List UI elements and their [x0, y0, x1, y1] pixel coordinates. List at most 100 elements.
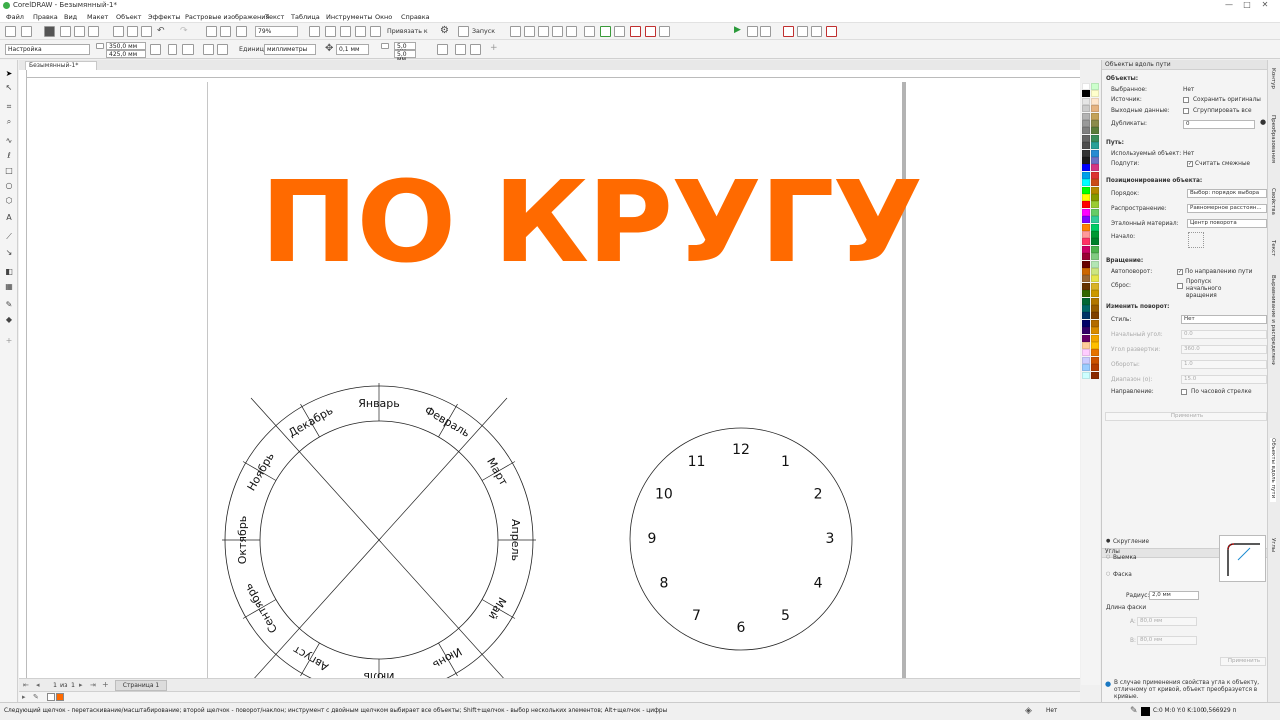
tool-f-icon[interactable] — [584, 26, 595, 37]
palette-swatch[interactable] — [1082, 231, 1090, 238]
radius-input[interactable]: 2,0 мм — [1149, 591, 1199, 600]
palette-swatch[interactable] — [1091, 268, 1099, 275]
nudge-input[interactable]: 0,1 мм — [336, 44, 369, 55]
palette-swatch[interactable] — [1091, 334, 1099, 342]
duplicate-y-input[interactable]: 5,0 мм — [394, 50, 416, 63]
redo-icon[interactable]: ↷ — [180, 26, 188, 36]
palette-swatch[interactable] — [1091, 223, 1099, 231]
palette-swatch[interactable] — [1082, 356, 1090, 364]
palette-swatch[interactable] — [1091, 238, 1099, 246]
edit-shape-icon[interactable] — [455, 44, 466, 55]
palette-swatch[interactable] — [1082, 305, 1090, 312]
corners-apply-button[interactable]: Применить — [1220, 657, 1266, 666]
palette-swatch[interactable] — [1091, 364, 1099, 372]
close-button[interactable]: ✕ — [1258, 0, 1272, 11]
palette-swatch[interactable] — [1091, 319, 1099, 327]
vertical-ruler[interactable] — [19, 70, 27, 678]
menu-tools[interactable]: Инструменты — [326, 13, 373, 21]
last-page-icon[interactable]: ⇥ — [90, 681, 96, 689]
full-screen-icon[interactable] — [309, 26, 320, 37]
show-guides-icon[interactable] — [355, 26, 366, 37]
palette-swatch[interactable] — [1091, 127, 1099, 135]
palette-swatch[interactable] — [1082, 364, 1090, 372]
style-select[interactable]: Нет — [1181, 315, 1267, 324]
add-tool-icon[interactable]: + — [4, 336, 14, 346]
reset-checkbox[interactable] — [1177, 283, 1183, 289]
reference-select[interactable]: Центр поворота — [1187, 219, 1267, 228]
drawing-canvas[interactable]: ПО КРУГУ Январь Февраль Март Апрель Май Июнь И… — [27, 78, 1080, 678]
palette-swatch[interactable] — [1082, 127, 1090, 135]
eyedropper-tool-icon[interactable]: ✎ — [4, 300, 14, 310]
import-icon[interactable] — [206, 26, 217, 37]
launch-dropdown[interactable]: Запуск — [472, 28, 495, 35]
outline-color-swatch[interactable] — [1141, 707, 1150, 716]
page-size-lock-icon[interactable] — [150, 44, 161, 55]
tool-b-icon[interactable] — [524, 26, 535, 37]
launch-icon[interactable] — [458, 26, 469, 37]
palette-swatch[interactable] — [1082, 268, 1090, 275]
side-tab-outline[interactable]: Контур — [1270, 68, 1276, 89]
palette-swatch[interactable] — [1082, 371, 1090, 379]
units-select[interactable]: миллиметры — [264, 44, 316, 55]
print-icon[interactable] — [88, 26, 99, 37]
palette-swatch[interactable] — [1091, 342, 1099, 349]
palette-swatch[interactable] — [1091, 253, 1099, 261]
palette-swatch[interactable] — [1091, 83, 1099, 90]
turns-input[interactable]: 1.0 — [1181, 360, 1267, 369]
palette-swatch[interactable] — [1091, 231, 1099, 238]
all-pages-icon[interactable] — [203, 44, 214, 55]
palette-swatch[interactable] — [1091, 157, 1099, 164]
palette-swatch[interactable] — [1082, 223, 1090, 231]
tool-d-icon[interactable] — [552, 26, 563, 37]
month-ring[interactable]: Январь Февраль Март Апрель Май Июнь Июль Август… — [222, 383, 536, 678]
prev-page-icon[interactable]: ◂ — [36, 681, 40, 689]
palette-swatch[interactable] — [1091, 356, 1099, 364]
palette-swatch[interactable] — [1091, 90, 1099, 98]
side-tab-transform[interactable]: Преобразования — [1270, 115, 1276, 163]
ellipse-tool-icon[interactable]: ○ — [4, 181, 14, 191]
open-icon[interactable] — [21, 26, 32, 37]
increment-input[interactable]: 15.0 — [1181, 375, 1267, 384]
palette-swatch[interactable] — [1082, 349, 1090, 357]
palette-swatch[interactable] — [1082, 253, 1090, 261]
text-tool-icon[interactable]: A — [4, 213, 14, 223]
palette-swatch[interactable] — [1082, 179, 1090, 187]
tool-e-icon[interactable] — [566, 26, 577, 37]
palette-swatch[interactable] — [1091, 171, 1099, 179]
stop-icon[interactable] — [783, 26, 794, 37]
first-page-icon[interactable]: ⇤ — [23, 681, 29, 689]
side-tab-corners[interactable]: Углы — [1270, 538, 1276, 552]
palette-swatch[interactable] — [1091, 312, 1099, 320]
palette-swatch[interactable] — [1091, 120, 1099, 127]
palette-swatch[interactable] — [1082, 171, 1090, 179]
path-apply-button[interactable]: Применить — [1105, 412, 1267, 421]
duplicates-input[interactable]: 0 — [1183, 120, 1255, 129]
tool-j-icon[interactable] — [645, 26, 656, 37]
transparency-tool-icon[interactable]: ▦ — [4, 282, 14, 292]
menu-object[interactable]: Объект — [116, 13, 141, 21]
page-width-input[interactable]: 350,0 мм — [106, 42, 146, 50]
side-tab-properties[interactable]: Свойства — [1270, 188, 1276, 215]
horizontal-ruler[interactable] — [27, 70, 1080, 78]
portrait-icon[interactable] — [168, 44, 177, 55]
publish-pdf-icon[interactable] — [236, 26, 247, 37]
zoom-select[interactable]: 79% — [255, 26, 298, 37]
side-tab-align[interactable]: Выравнивание и распределение — [1270, 275, 1276, 365]
page-options-icon[interactable] — [437, 44, 448, 55]
start-angle-input[interactable]: 0.0 — [1181, 330, 1267, 339]
palette-swatch[interactable] — [1082, 201, 1090, 209]
palette-swatch[interactable] — [1091, 142, 1099, 150]
palette-swatch[interactable] — [1082, 216, 1090, 224]
rectangle-tool-icon[interactable]: □ — [4, 166, 14, 176]
show-rulers-icon[interactable] — [325, 26, 336, 37]
copy-icon[interactable] — [127, 26, 138, 37]
palette-swatch[interactable] — [1091, 327, 1099, 335]
preset-select[interactable]: Настройка — [5, 44, 90, 55]
group-all-checkbox[interactable] — [1183, 108, 1189, 114]
current-page-icon[interactable] — [217, 44, 228, 55]
tool-k-icon[interactable] — [659, 26, 670, 37]
zoom-tool-icon[interactable]: ⌕ — [4, 117, 14, 127]
palette-swatch[interactable] — [1082, 312, 1090, 320]
shape-tool-icon[interactable]: ↖ — [4, 83, 14, 93]
page-height-input[interactable]: 425,0 мм — [106, 50, 146, 58]
